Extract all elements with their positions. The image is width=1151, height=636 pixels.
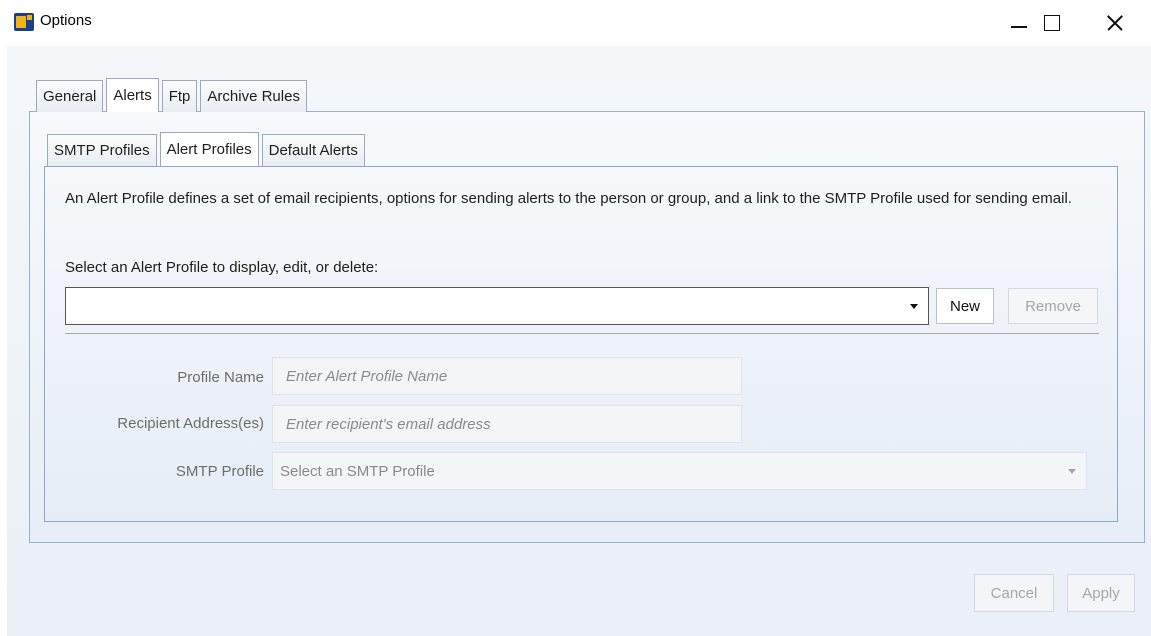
select-profile-label: Select an Alert Profile to display, edit… (65, 259, 379, 276)
smtp-profile-label: SMTP Profile (175, 463, 264, 480)
inner-tab-strip: SMTP Profiles Alert Profiles Default Ale… (47, 132, 368, 166)
tab-archive-rules[interactable]: Archive Rules (200, 80, 307, 112)
separator-line (65, 333, 1099, 334)
alert-profile-dropdown[interactable] (65, 287, 929, 325)
alert-profile-description: An Alert Profile defines a set of email … (65, 190, 1072, 207)
smtp-profile-dropdown-value: Select an SMTP Profile (280, 462, 435, 480)
tab-alert-profiles[interactable]: Alert Profiles (159, 132, 259, 166)
profile-name-label: Profile Name (177, 369, 264, 386)
recipient-address-field[interactable]: Enter recipient's email address (272, 405, 742, 443)
profile-name-field[interactable]: Enter Alert Profile Name (272, 357, 742, 395)
new-profile-button[interactable]: New (936, 288, 994, 324)
window-title: Options (40, 12, 92, 29)
outer-tab-strip: General Alerts Ftp Archive Rules (36, 78, 310, 112)
cancel-button[interactable]: Cancel (974, 574, 1054, 612)
dropdown-arrow-icon (1068, 469, 1076, 474)
options-window: Options General Alerts Ftp Archive Rules… (0, 0, 1151, 636)
app-logo-icon (14, 13, 34, 31)
title-bar: Options (0, 0, 1151, 46)
smtp-profile-dropdown[interactable]: Select an SMTP Profile (272, 452, 1087, 490)
tab-smtp-profiles[interactable]: SMTP Profiles (47, 134, 157, 166)
dialog-client-area: General Alerts Ftp Archive Rules An Aler… (7, 46, 1151, 636)
maximize-button[interactable] (1036, 0, 1082, 46)
tab-default-alerts[interactable]: Default Alerts (261, 134, 365, 166)
tab-ftp[interactable]: Ftp (161, 80, 198, 112)
tab-general[interactable]: General (36, 80, 104, 112)
alert-profiles-panel: An Alert Profile defines a set of email … (44, 166, 1118, 522)
remove-profile-button[interactable]: Remove (1008, 288, 1098, 324)
apply-button[interactable]: Apply (1067, 574, 1135, 612)
dropdown-arrow-icon (910, 304, 918, 309)
recipient-address-label: Recipient Address(es) (117, 415, 264, 432)
tab-alerts[interactable]: Alerts (106, 78, 159, 112)
close-button[interactable] (1103, 0, 1149, 46)
